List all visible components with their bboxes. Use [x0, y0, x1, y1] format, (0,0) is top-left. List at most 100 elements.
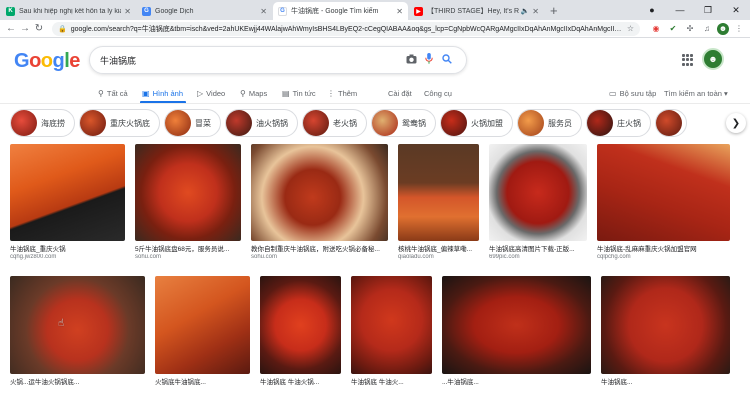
- search-icon[interactable]: [438, 53, 456, 67]
- forward-icon[interactable]: →: [18, 23, 32, 34]
- image-result[interactable]: 牛油锅底...: [601, 276, 730, 386]
- tab-video[interactable]: ▷ Video: [197, 86, 225, 100]
- chip-franchise[interactable]: 火锅加盟: [440, 109, 513, 137]
- tab-maps[interactable]: ⚲ Maps: [240, 86, 267, 100]
- image-result[interactable]: 牛油锅底_重庆火锅 cqhg.jwz800.com: [10, 144, 125, 260]
- result-thumbnail[interactable]: [10, 144, 125, 241]
- avatar[interactable]: ☻: [702, 48, 724, 70]
- image-result[interactable]: 教你自制重庆牛油锅底，附送吃火锅必备秘... sohu.com: [251, 144, 388, 260]
- chip-oil-hotpot[interactable]: 油火锅锅: [225, 109, 298, 137]
- chip-haidilao[interactable]: 海底捞: [10, 109, 75, 137]
- google-logo[interactable]: Google: [14, 50, 80, 73]
- chip-chongqing-hotpot[interactable]: 重庆火锅底: [79, 109, 160, 137]
- chip-zhuang-hotpot[interactable]: 庄火锅: [586, 109, 651, 137]
- result-thumbnail[interactable]: [135, 144, 241, 241]
- result-caption[interactable]: 牛油锅底高清图片下载-正版...: [489, 243, 587, 253]
- result-caption[interactable]: 牛油锅底 牛油火...: [351, 376, 432, 386]
- close-tab-icon[interactable]: ✕: [260, 7, 267, 16]
- menu-icon[interactable]: ⋮: [732, 23, 746, 35]
- result-caption[interactable]: 5斤牛油锅底盘68元，服务员说...: [135, 243, 241, 253]
- result-thumbnail[interactable]: [398, 144, 479, 241]
- new-tab-button[interactable]: +: [550, 2, 558, 20]
- image-result[interactable]: 牛油锅底-乱麻麻重庆火锅加盟官网 cqlpchg.com: [597, 144, 730, 260]
- close-tab-icon[interactable]: ✕: [532, 7, 539, 16]
- tools-link[interactable]: Công cụ: [424, 86, 452, 100]
- chevron-right-icon[interactable]: ❯: [726, 113, 746, 133]
- image-result[interactable]: ...牛油锅底...: [442, 276, 591, 386]
- search-input[interactable]: 牛油锅底: [100, 54, 402, 67]
- tab-novel[interactable]: K Sau khi hiệp nghị kết hôn ta ly kia ✕: [1, 2, 136, 20]
- tab-youtube[interactable]: ▶ 【THIRD STAGE】Hey, It's Rain 🔈 ✕: [409, 2, 544, 20]
- record-icon[interactable]: ●: [638, 0, 666, 20]
- result-source[interactable]: cqhg.jwz800.com: [10, 254, 125, 260]
- chip-more[interactable]: [655, 109, 687, 137]
- tab-all[interactable]: ⚲ Tất cả: [98, 86, 128, 100]
- collection-link[interactable]: ▭ Bộ sưu tập: [609, 86, 656, 100]
- puzzle-icon[interactable]: ✣: [683, 23, 697, 35]
- reload-icon[interactable]: ↻: [32, 23, 46, 34]
- result-caption[interactable]: 教你自制重庆牛油锅底，附送吃火锅必备秘...: [251, 243, 388, 253]
- microphone-icon[interactable]: [420, 53, 438, 67]
- result-thumbnail[interactable]: [489, 144, 587, 241]
- search-box[interactable]: 牛油锅底: [89, 46, 467, 74]
- result-caption[interactable]: 火锅底牛油锅底...: [155, 376, 250, 386]
- chip-waiter[interactable]: 服务员: [517, 109, 582, 137]
- chip-yuanyang-pot[interactable]: 鸳鸯锅: [371, 109, 436, 137]
- result-caption[interactable]: 火锅...运牛油火锅锅底...: [10, 376, 145, 386]
- tab-google-translate[interactable]: G Google Dịch ✕: [137, 2, 272, 20]
- result-source[interactable]: qiaoladu.com: [398, 254, 479, 260]
- extension-icon[interactable]: ◉: [649, 23, 663, 35]
- bookmark-star-icon[interactable]: ☆: [623, 24, 634, 33]
- image-result[interactable]: 牛油锅底 牛油火...: [351, 276, 432, 386]
- result-thumbnail[interactable]: [10, 276, 145, 374]
- result-caption[interactable]: 牛油锅底...: [601, 376, 730, 386]
- image-result[interactable]: 火锅...运牛油火锅锅底...: [10, 276, 145, 386]
- result-caption[interactable]: 牛油锅底_重庆火锅: [10, 243, 125, 253]
- chip-old-hotpot[interactable]: 老火锅: [302, 109, 367, 137]
- result-source[interactable]: sohu.com: [251, 254, 388, 260]
- speaker-icon[interactable]: 🔈: [521, 7, 530, 15]
- result-thumbnail[interactable]: [351, 276, 432, 374]
- image-result[interactable]: 核桃牛油锅底_偏辣草嘞... qiaoladu.com: [398, 144, 479, 260]
- result-caption[interactable]: 牛油锅底-乱麻麻重庆火锅加盟官网: [597, 243, 730, 253]
- chip-label: 海底捞: [41, 118, 65, 128]
- image-result[interactable]: 牛油锅底 牛油火锅...: [260, 276, 341, 386]
- result-caption[interactable]: ...牛油锅底...: [442, 376, 591, 386]
- image-result[interactable]: 牛油锅底高清图片下载-正版... 699pic.com: [489, 144, 587, 260]
- apps-grid-icon[interactable]: [682, 54, 694, 66]
- result-source[interactable]: sohu.com: [135, 254, 241, 260]
- back-icon[interactable]: ←: [4, 23, 18, 34]
- result-caption[interactable]: 核桃牛油锅底_偏辣草嘞...: [398, 243, 479, 253]
- tab-more[interactable]: ⋮ Thêm: [327, 86, 357, 100]
- result-thumbnail[interactable]: [260, 276, 341, 374]
- close-tab-icon[interactable]: ✕: [396, 7, 403, 16]
- maximize-button[interactable]: ❐: [694, 0, 722, 20]
- result-source[interactable]: cqlpchg.com: [597, 254, 730, 260]
- result-source[interactable]: 699pic.com: [489, 254, 587, 260]
- chip-maocai[interactable]: 冒菜: [164, 109, 221, 137]
- result-thumbnail[interactable]: [155, 276, 250, 374]
- tab-maps-label: Maps: [248, 88, 268, 98]
- lock-icon[interactable]: 🔒: [58, 25, 67, 33]
- safesearch-link[interactable]: Tìm kiếm an toàn ▾: [664, 86, 728, 100]
- image-result[interactable]: 5斤牛油锅底盘68元，服务员说... sohu.com: [135, 144, 241, 260]
- tab-news[interactable]: ▤ Tin tức: [282, 86, 316, 100]
- tab-google-search[interactable]: G 牛油锅底 - Google Tìm kiếm ✕: [273, 2, 408, 20]
- result-thumbnail[interactable]: [251, 144, 388, 241]
- extension-icon[interactable]: ✔: [666, 23, 680, 35]
- result-thumbnail[interactable]: [597, 144, 730, 241]
- music-icon[interactable]: ♫: [700, 23, 714, 35]
- image-result[interactable]: 火锅底牛油锅底...: [155, 276, 250, 386]
- result-thumbnail[interactable]: [442, 276, 591, 374]
- url-field[interactable]: 🔒 google.com/search?q=牛油锅底&tbm=isch&ved=…: [52, 21, 640, 36]
- youtube-icon: ▶: [414, 6, 423, 16]
- tab-images[interactable]: ▣ Hình ảnh: [142, 86, 183, 100]
- close-tab-icon[interactable]: ✕: [124, 7, 131, 16]
- minimize-button[interactable]: —: [666, 0, 694, 20]
- result-caption[interactable]: 牛油锅底 牛油火锅...: [260, 376, 341, 386]
- profile-icon[interactable]: ☻: [717, 22, 729, 35]
- result-thumbnail[interactable]: [601, 276, 730, 374]
- close-window-button[interactable]: ✕: [722, 0, 750, 20]
- camera-icon[interactable]: [402, 54, 420, 67]
- settings-link[interactable]: Cài đặt: [388, 86, 412, 100]
